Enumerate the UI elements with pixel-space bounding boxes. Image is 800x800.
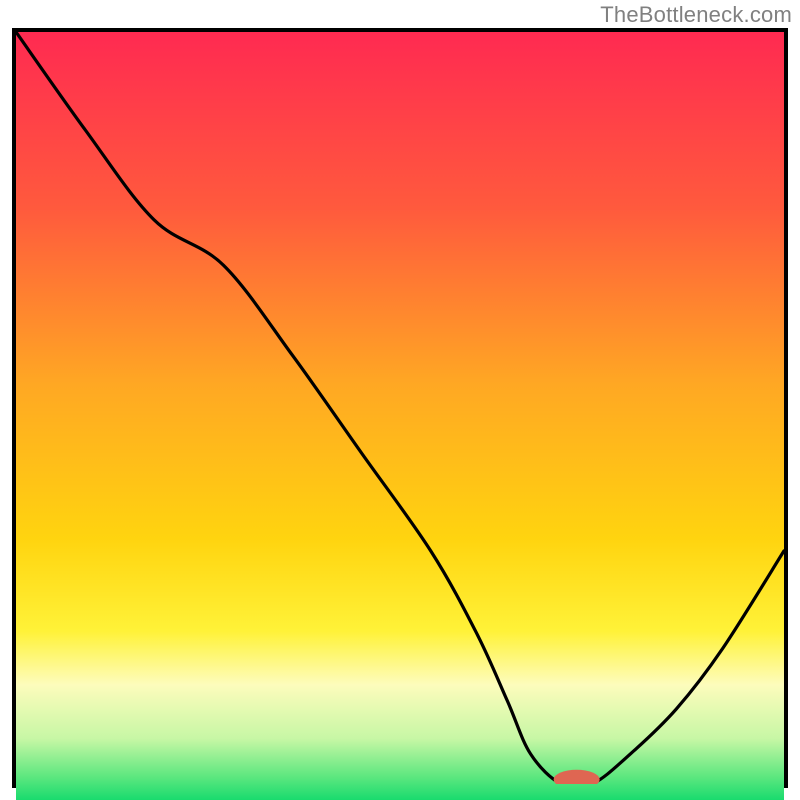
plot-area — [12, 28, 788, 788]
watermark-text: TheBottleneck.com — [600, 2, 792, 28]
optimal-marker — [554, 770, 600, 784]
bottleneck-curve-svg — [16, 32, 784, 784]
bottleneck-curve-path — [16, 32, 784, 784]
